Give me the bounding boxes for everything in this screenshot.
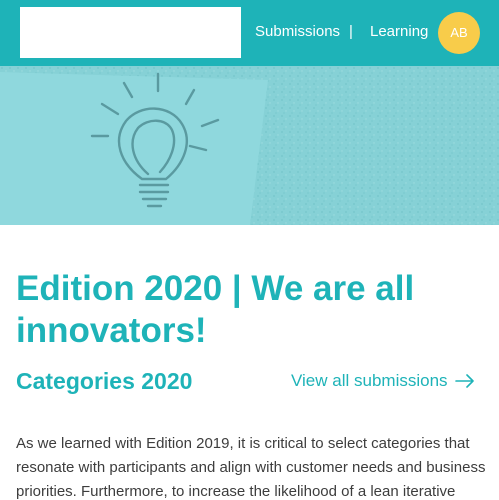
intro-paragraph: As we learned with Edition 2019, it is c… [16,435,486,500]
hero-banner [0,66,499,225]
top-navigation-bar: Submissions | Learning AB [0,0,499,66]
section-title: Categories 2020 [16,368,193,394]
user-avatar[interactable]: AB [438,12,480,54]
page-title: Edition 2020 | We are all innovators! [16,269,415,350]
nav-learning-link[interactable]: Learning [370,22,428,42]
hero-illustration [0,66,499,225]
nav-separator: | [349,23,353,40]
logo-placeholder[interactable] [20,7,241,58]
view-all-submissions-link[interactable]: View all submissions [291,370,448,392]
nav-submissions-link[interactable]: Submissions [255,22,340,42]
arrow-right-icon[interactable] [455,373,475,389]
